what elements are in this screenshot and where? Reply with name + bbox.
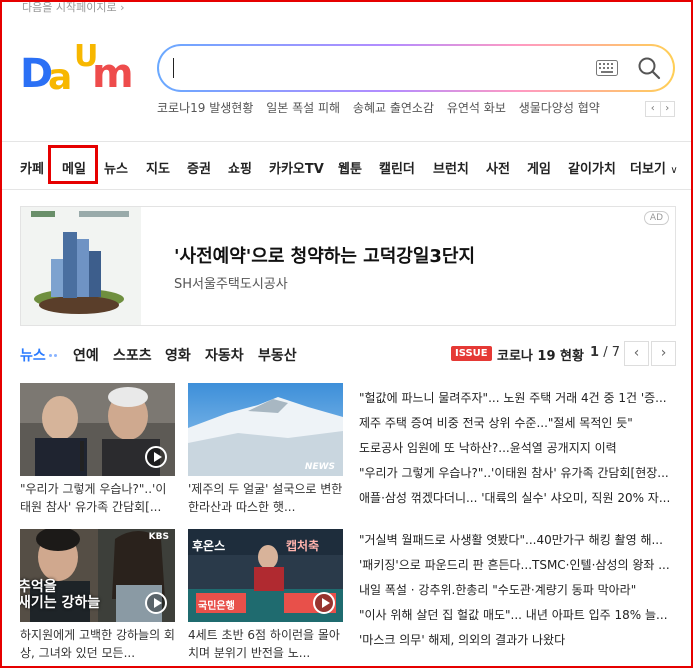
trend-item[interactable]: 송혜교 출연소감: [353, 101, 434, 115]
trend-item[interactable]: 코로나19 발생현황: [157, 101, 253, 115]
news-thumbnail: 후온스 캡처축 국민은행: [188, 529, 343, 622]
news-card-caption[interactable]: 4세트 초반 6점 하이런을 몰아치며 분위기 반전을 노...: [188, 626, 343, 662]
search-box[interactable]: [157, 44, 675, 92]
set-homepage-link[interactable]: 다음을 시작페이지로 ›: [22, 0, 124, 15]
tab-movie[interactable]: 영화: [165, 345, 191, 365]
nav-stock[interactable]: 증권: [187, 158, 211, 177]
news-card-caption[interactable]: "우리가 그렇게 우습나?"..'이태원 참사' 유가족 간담회[...: [20, 480, 175, 516]
news-card[interactable]: "우리가 그렇게 우습나?"..'이태원 참사' 유가족 간담회[...: [20, 383, 175, 516]
headline-item[interactable]: "우리가 그렇게 우습나?"..'이태원 참사' 유가족 간담회[현장...: [359, 464, 677, 489]
headline-item[interactable]: 애플·삼성 꺾겠다더니... '대륙의 실수' 샤오미, 직원 20% 자...: [359, 489, 677, 514]
headline-item[interactable]: 도로공사 임원에 또 낙하산?...윤석열 공개지지 이력: [359, 439, 677, 464]
ad-banner[interactable]: '사전예약'으로 청약하는 고덕강일3단지 SH서울주택도시공사 AD: [20, 206, 676, 326]
nav-calendar[interactable]: 캘린더: [379, 158, 415, 177]
headline-list-bottom: "거실벽 월패드로 사생활 엿봤다"...40만가구 해킹 촬영 해... '패…: [359, 531, 677, 656]
divider: [2, 189, 691, 190]
trending-keywords: 코로나19 발생현황 일본 폭설 피해 송혜교 출연소감 유연석 화보 생물다양…: [157, 99, 609, 116]
banner-text: 국민은행: [198, 601, 235, 612]
news-thumbnail: KBS 추억을 새기는 강하늘: [20, 529, 175, 622]
dots-icon: [49, 345, 59, 361]
daum-logo[interactable]: D a U m: [20, 42, 140, 97]
drama-subtitle-line: 추억을: [20, 579, 57, 595]
nav-dictionary[interactable]: 사전: [486, 158, 510, 177]
ad-title[interactable]: '사전예약'으로 청약하는 고덕강일3단지: [174, 242, 475, 268]
headline-item[interactable]: '패키징'으로 파운드리 판 흔든다...TSMC·인텔·삼성의 왕좌 ...: [359, 556, 677, 581]
banner-text: 후온스: [192, 539, 226, 553]
banner-text: 캡처축: [286, 539, 320, 553]
headline-item[interactable]: 내일 폭설 · 강추위.한총리 "수도관·계량기 동파 막아라": [359, 581, 677, 606]
news-card-caption[interactable]: '제주의 두 얼굴' 설국으로 변한 한라산과 따스한 햇...: [188, 480, 343, 516]
logo-letter-a: a: [48, 57, 73, 98]
divider: [2, 141, 691, 142]
play-icon[interactable]: [145, 592, 167, 614]
tab-car[interactable]: 자동차: [205, 345, 244, 365]
nav-brunch[interactable]: 브런치: [433, 158, 469, 177]
trend-next-button[interactable]: ›: [659, 102, 675, 116]
issue-next-button[interactable]: ›: [651, 341, 676, 366]
search-input[interactable]: [179, 54, 579, 82]
kbs-watermark: KBS: [148, 532, 169, 542]
headline-list-top: "헐값에 파느니 물려주자"... 노원 주택 거래 4건 중 1건 '증...…: [359, 389, 677, 514]
page-total: / 7: [603, 345, 620, 360]
play-icon[interactable]: [313, 592, 335, 614]
news-watermark: NEWS: [304, 462, 335, 472]
issue-page-count: 1 / 7: [590, 345, 620, 360]
ad-advertiser: SH서울주택도시공사: [174, 277, 288, 292]
news-card[interactable]: 후온스 캡처축 국민은행 4세트 초반 6점 하이런을 몰아치며 분위기 반전을…: [188, 529, 343, 662]
trend-item[interactable]: 일본 폭설 피해: [266, 101, 340, 115]
play-icon[interactable]: [145, 446, 167, 468]
news-card[interactable]: NEWS '제주의 두 얼굴' 설국으로 변한 한라산과 따스한 햇...: [188, 383, 343, 516]
search-icon[interactable]: [637, 56, 661, 80]
headline-item[interactable]: '마스크 의무' 해제, 의외의 결과가 나왔다: [359, 631, 677, 656]
nav-cafe[interactable]: 카페: [20, 158, 44, 177]
keyboard-icon[interactable]: [596, 60, 618, 76]
trend-nav: ‹ ›: [645, 101, 675, 117]
headline-item[interactable]: "거실벽 월패드로 사생활 엿봤다"...40만가구 해킹 촬영 해...: [359, 531, 677, 556]
page-current: 1: [590, 345, 600, 360]
nav-news[interactable]: 뉴스: [104, 158, 128, 177]
issue-badge: ISSUE: [451, 346, 492, 361]
trend-item[interactable]: 유연석 화보: [447, 101, 506, 115]
tab-sports[interactable]: 스포츠: [113, 345, 152, 365]
chevron-down-icon: ∨: [670, 165, 678, 176]
nav-more[interactable]: 더보기 ∨: [630, 158, 678, 177]
headline-item[interactable]: 제주 주택 증여 비중 전국 상위 수준..."절세 목적인 듯": [359, 414, 677, 439]
nav-more-label: 더보기: [630, 162, 666, 177]
drama-subtitle: 추억을 새기는 강하늘: [20, 579, 100, 611]
news-thumbnail: [20, 383, 175, 476]
headline-item[interactable]: "헐값에 파느니 물려주자"... 노원 주택 거래 4건 중 1건 '증...: [359, 389, 677, 414]
drama-subtitle-line: 새기는 강하늘: [20, 595, 101, 611]
text-caret: [173, 58, 174, 78]
news-card[interactable]: KBS 추억을 새기는 강하늘 하지원에게 고백한 강하늘의 회상, 그녀와 있…: [20, 529, 175, 662]
headline-item[interactable]: "이사 위해 살던 집 헐값 매도"... 내년 아파트 입주 18% 늘...: [359, 606, 677, 631]
nav-kakaotv[interactable]: 카카오TV: [269, 158, 324, 177]
ad-image: [21, 207, 141, 325]
news-thumbnail: NEWS: [188, 383, 343, 476]
ad-badge: AD: [643, 211, 669, 225]
issue-text[interactable]: 코로나 19 현황: [497, 345, 584, 364]
logo-letter-m: m: [92, 51, 134, 97]
trend-item[interactable]: 생물다양성 협약: [519, 101, 600, 115]
news-card-caption[interactable]: 하지원에게 고백한 강하늘의 회상, 그녀와 있던 모든...: [20, 626, 175, 662]
nav-together[interactable]: 같이가치: [568, 158, 616, 177]
nav-map[interactable]: 지도: [146, 158, 170, 177]
mail-highlight-box: [48, 145, 98, 184]
trend-prev-button[interactable]: ‹: [646, 102, 660, 116]
nav-shopping[interactable]: 쇼핑: [228, 158, 252, 177]
nav-webtoon[interactable]: 웹툰: [338, 158, 362, 177]
tab-entertainment[interactable]: 연예: [73, 345, 99, 365]
tab-realestate[interactable]: 부동산: [258, 345, 297, 365]
nav-game[interactable]: 게임: [527, 158, 551, 177]
tab-news[interactable]: 뉴스: [20, 345, 46, 365]
issue-prev-button[interactable]: ‹: [624, 341, 649, 366]
